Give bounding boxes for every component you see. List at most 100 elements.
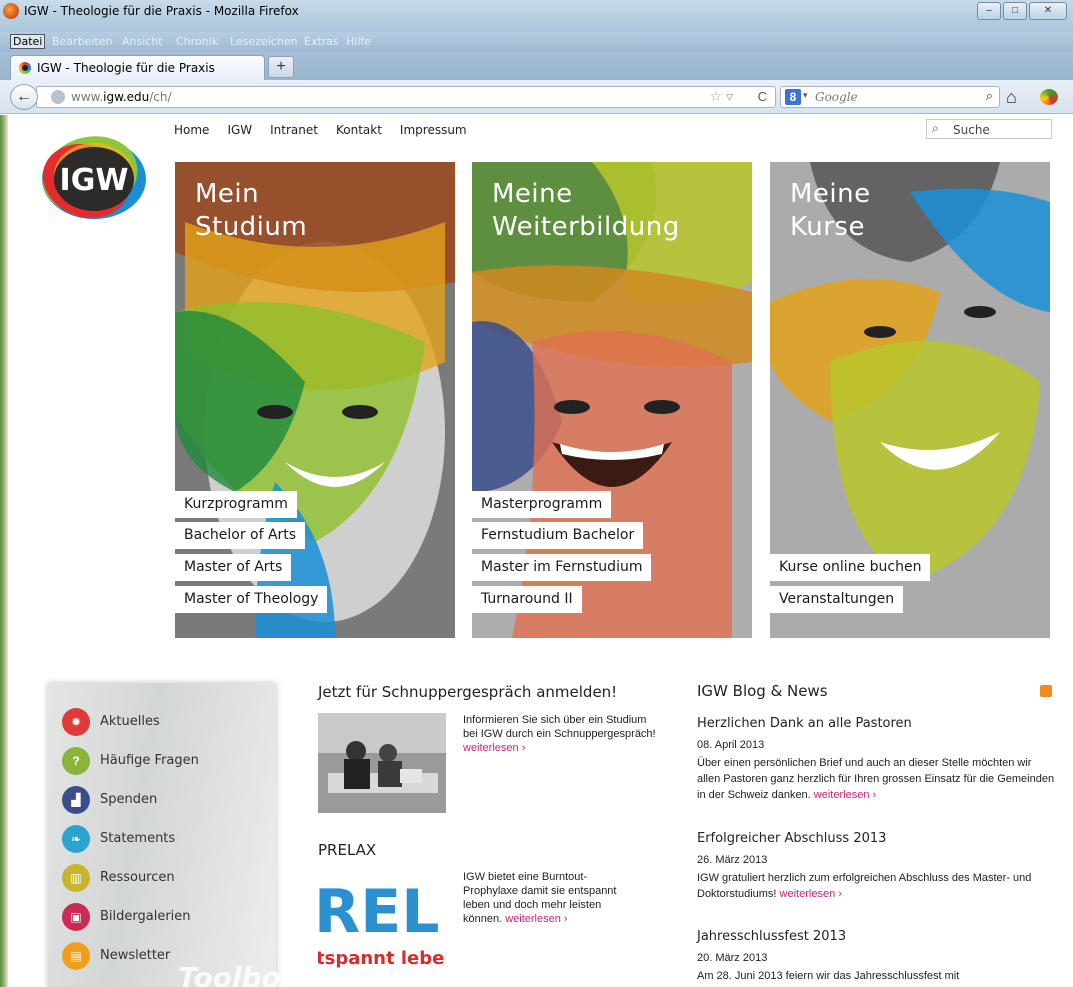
question-icon: ? — [62, 747, 90, 775]
toolbox-item-label: Statements — [100, 831, 176, 846]
link-turnaround[interactable]: Turnaround II — [472, 586, 582, 613]
nav-home[interactable]: Home — [174, 123, 209, 137]
toolbox-item-label: Spenden — [100, 792, 158, 807]
toolbox-label: Toolbox — [178, 961, 299, 987]
chart-icon: ▟ — [62, 786, 90, 814]
menu-ansicht[interactable]: Ansicht — [122, 35, 163, 48]
search-icon: ⌕ — [932, 121, 939, 135]
menu-bearbeiten[interactable]: Bearbeiten — [52, 35, 112, 48]
link-master-of-theology[interactable]: Master of Theology — [175, 586, 328, 613]
link-kurzprogramm[interactable]: Kurzprogramm — [175, 491, 297, 518]
window-left-edge — [0, 115, 8, 987]
news-weiterlesen-link[interactable]: weiterlesen › — [780, 888, 842, 900]
news-date: 08. April 2013 — [697, 739, 765, 751]
globe-icon — [51, 90, 65, 104]
tab-label: IGW - Theologie für die Praxis — [37, 61, 215, 75]
link-fernstudium-bachelor[interactable]: Fernstudium Bachelor — [472, 522, 644, 549]
rss-icon[interactable] — [1040, 685, 1052, 697]
panel-title: Meine Kurse — [790, 179, 871, 242]
dropdown-arrow-icon[interactable]: ▾ — [803, 90, 808, 101]
news-item: Herzlichen Dank an alle Pastoren 08. Apr… — [697, 716, 1057, 803]
web-page: IGW Home IGW Intranet Kontakt Impressum … — [0, 115, 1073, 987]
gear-icon: ✹ — [62, 708, 90, 736]
igw-logo[interactable]: IGW — [40, 135, 148, 221]
toolbox: ✹ Aktuelles? Häufige Fragen ▟ Spenden ❧ Statem… — [48, 683, 299, 987]
close-button[interactable]: ✕ — [1029, 2, 1067, 20]
menu-lesezeichen[interactable]: Lesezeichen — [230, 35, 298, 48]
schnupper-text: Informieren Sie sich über ein Studium be… — [463, 714, 656, 754]
addon-icon[interactable] — [1040, 89, 1058, 105]
news-title[interactable]: Erfolgreicher Abschluss 2013 — [697, 831, 1057, 846]
link-veranstaltungen[interactable]: Veranstaltungen — [770, 586, 904, 613]
schnupper-weiterlesen-link[interactable]: weiterlesen › — [463, 742, 525, 754]
link-kurse-online-buchen[interactable]: Kurse online buchen — [770, 554, 931, 581]
toolbox-item-label: Häufige Fragen — [100, 753, 199, 768]
reload-icon[interactable]: C — [758, 89, 767, 104]
panel-kurse[interactable]: Meine Kurse Kurse online buchen Veransta… — [770, 162, 1050, 638]
menu-chronik[interactable]: Chronik — [176, 35, 218, 48]
menu-datei[interactable]: Datei — [10, 34, 46, 49]
url-text[interactable]: www.igw.edu/ch/ — [71, 90, 172, 104]
prelax-image-subtext: tspannt leben - — [318, 948, 446, 969]
news-title[interactable]: Herzlichen Dank an alle Pastoren — [697, 716, 1057, 731]
toolbox-item-label: Newsletter — [100, 948, 171, 963]
browser-tab[interactable]: IGW - Theologie für die Praxis — [10, 55, 265, 80]
home-icon[interactable]: ⌂ — [1006, 87, 1017, 108]
bookmark-star-icon[interactable]: ☆ ▿ — [710, 88, 733, 105]
search-placeholder: Google — [815, 90, 858, 104]
panel-weiterbildung[interactable]: Meine Weiterbildung Masterprogramm Ferns… — [472, 162, 752, 638]
news-date: 20. März 2013 — [697, 952, 768, 964]
panel-title: Meine Weiterbildung — [492, 179, 680, 242]
toolbox-item-label: Aktuelles — [100, 714, 160, 729]
panel-studium[interactable]: Mein Studium Kurzprogramm Bachelor of Ar… — [175, 162, 455, 638]
tabbar: IGW - Theologie für die Praxis — [0, 52, 1073, 80]
window-titlebar: IGW - Theologie für die Praxis - Mozilla… — [0, 0, 1073, 32]
news-weiterlesen-link[interactable]: weiterlesen › — [814, 789, 876, 801]
search-icon[interactable]: ⌕ — [986, 88, 993, 104]
link-master-of-arts[interactable]: Master of Arts — [175, 554, 292, 581]
firefox-icon — [3, 3, 19, 19]
igw-favicon-icon — [19, 62, 31, 74]
news-text: Am 28. Juni 2013 feiern wir das Jahressc… — [697, 970, 960, 982]
toolbox-item-label: Bildergalerien — [100, 909, 191, 924]
schnupper-heading: Jetzt für Schnuppergespräch anmelden! — [318, 683, 618, 701]
minimize-button[interactable]: – — [977, 2, 1001, 20]
link-bachelor-of-arts[interactable]: Bachelor of Arts — [175, 522, 306, 549]
url-bar[interactable]: www.igw.edu/ch/ ☆ ▿ C — [36, 86, 776, 108]
link-master-im-fernstudium[interactable]: Master im Fernstudium — [472, 554, 652, 581]
leaf-icon: ❧ — [62, 825, 90, 853]
link-masterprogramm[interactable]: Masterprogramm — [472, 491, 612, 518]
news-text: IGW gratuliert herzlich zum erfolgreiche… — [697, 872, 1032, 900]
panel-title: Mein Studium — [195, 179, 308, 242]
toolbox-item-label: Ressourcen — [100, 870, 175, 885]
menu-hilfe[interactable]: Hilfe — [346, 35, 371, 48]
new-tab-button[interactable]: + — [268, 56, 294, 78]
maximize-button[interactable]: □ — [1003, 2, 1027, 20]
nav-igw[interactable]: IGW — [227, 123, 252, 137]
site-search-input[interactable]: ⌕ Suche — [926, 119, 1052, 139]
nav-kontakt[interactable]: Kontakt — [336, 123, 382, 137]
logo-text: IGW — [60, 163, 129, 198]
nav-impressum[interactable]: Impressum — [400, 123, 467, 137]
window-title: IGW - Theologie für die Praxis - Mozilla… — [24, 4, 299, 18]
menubar: Datei Bearbeiten Ansicht Chronik Lesezei… — [0, 32, 1073, 52]
prelax-weiterlesen-link[interactable]: weiterlesen › — [505, 913, 567, 925]
menu-extras[interactable]: Extras — [304, 35, 339, 48]
prelax-image[interactable]: REL tspannt leben - — [318, 870, 446, 970]
nav-intranet[interactable]: Intranet — [270, 123, 318, 137]
google-icon[interactable]: 8 — [785, 89, 801, 105]
window-controls: – □ ✕ — [977, 2, 1067, 20]
news-item: Erfolgreicher Abschluss 2013 26. März 20… — [697, 831, 1057, 902]
newsletter-icon: ▤ — [62, 942, 90, 970]
news-text: Über einen persönlichen Brief und auch a… — [697, 757, 1055, 801]
navigation-toolbar: www.igw.edu/ch/ ☆ ▿ C ← 8 ▾ Google ⌕ ⌂ — [0, 80, 1073, 114]
schnupper-photo[interactable] — [318, 713, 446, 813]
back-button[interactable]: ← — [10, 84, 38, 110]
news-title[interactable]: Jahresschlussfest 2013 — [697, 929, 1057, 944]
gallery-icon: ▣ — [62, 903, 90, 931]
prelax-heading: PRELAX — [318, 841, 377, 859]
browser-search-field[interactable]: 8 ▾ Google ⌕ — [780, 86, 1000, 108]
prelax-text: IGW bietet eine Burntout-Prophylaxe dami… — [463, 871, 617, 925]
news-item: Jahresschlussfest 2013 20. März 2013 Am … — [697, 929, 1057, 984]
site-nav: Home IGW Intranet Kontakt Impressum — [174, 123, 467, 137]
